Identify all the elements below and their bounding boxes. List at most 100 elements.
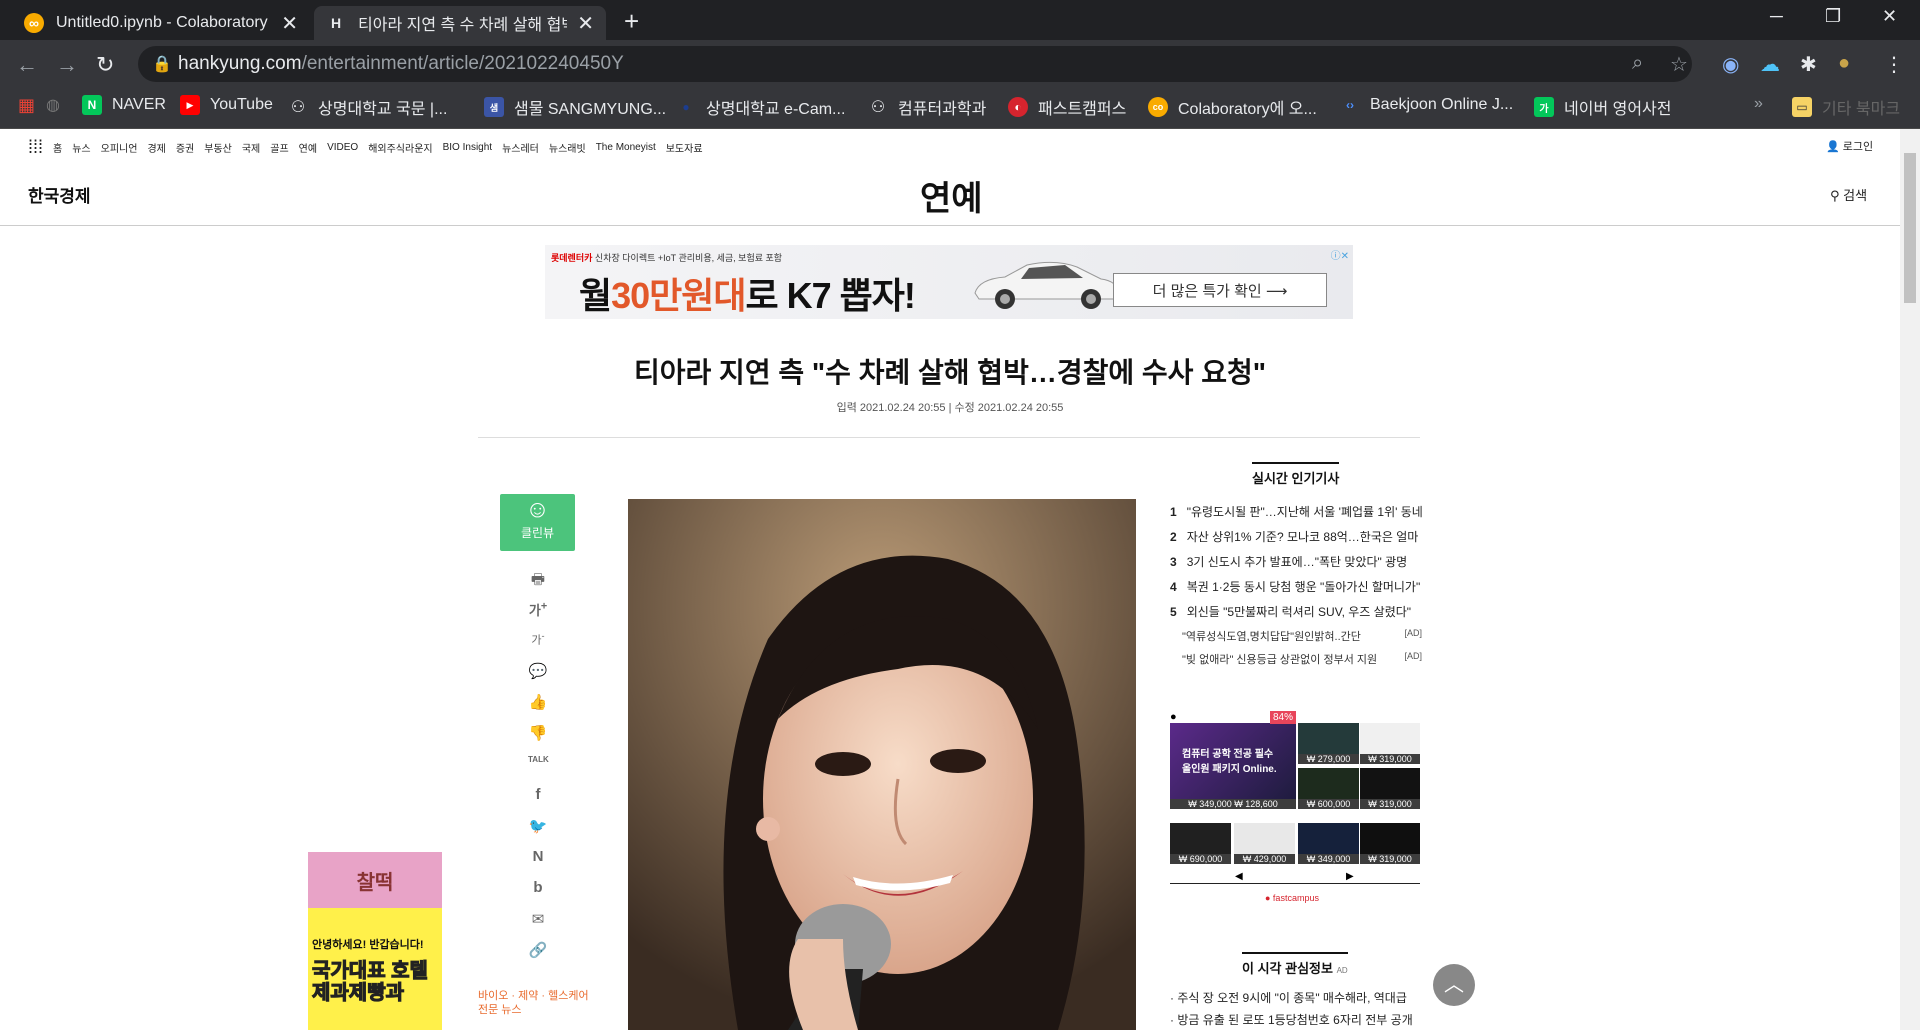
tab-hankyung[interactable]: H 티아라 지연 측 수 차례 살해 협박 ✕ — [314, 6, 606, 40]
nav-bio-insight[interactable]: BIO Insight — [443, 142, 492, 153]
menu-icon[interactable]: ⋮ — [1884, 52, 1904, 77]
kakaotalk-icon[interactable]: TALK — [528, 755, 549, 786]
bookmark-extra-icon[interactable]: ◍ — [46, 95, 60, 115]
font-decrease-icon[interactable]: 가- — [528, 631, 548, 662]
scrollbar-thumb[interactable] — [1904, 153, 1916, 303]
site-logo[interactable]: 한국경제 — [28, 182, 91, 207]
list-item[interactable]: · 주식 장 오전 9시에 "이 종목" 매수해라, 역대급 — [1170, 989, 1420, 1011]
new-tab-button[interactable]: + — [624, 6, 639, 37]
ad-tile[interactable]: ₩ 349,000 — [1298, 823, 1359, 864]
close-tab-icon[interactable]: ✕ — [281, 11, 298, 36]
bookmark-youtube[interactable]: ▶ YouTube — [180, 95, 273, 115]
cloud-extension-icon[interactable]: ☁ — [1760, 52, 1780, 77]
ad-tile[interactable]: ₩ 319,000 — [1360, 768, 1420, 809]
list-item[interactable]: 4 복권 1·2등 동시 당첨 행운 "돌아가신 할머니가" — [1170, 578, 1422, 603]
info-icon[interactable]: ● — [1170, 711, 1177, 723]
dislike-icon[interactable]: 👎 — [528, 724, 548, 755]
minimize-icon[interactable]: ─ — [1770, 6, 1783, 27]
bookmark-baekjoon[interactable]: ‹› Baekjoon Online J... — [1340, 95, 1513, 115]
ad-tile[interactable]: ₩ 279,000 — [1298, 723, 1359, 764]
nav-video[interactable]: VIDEO — [327, 142, 358, 153]
ad-tile[interactable]: ₩ 600,000 — [1298, 768, 1359, 809]
lock-icon[interactable]: 🔒 — [152, 54, 172, 74]
bookmark-cs-dept[interactable]: ⚇ 컴퓨터과학과 — [868, 95, 987, 119]
nav-newsrabbit[interactable]: 뉴스래빗 — [549, 140, 586, 155]
nav-press[interactable]: 보도자료 — [666, 140, 703, 155]
email-icon[interactable]: ✉ — [528, 910, 548, 941]
sponsored-item[interactable]: "역류성식도염,명치답답"원인밝혀..간단 [AD] — [1170, 628, 1422, 651]
back-icon[interactable]: ← — [16, 52, 38, 78]
nav-foreign-stocks[interactable]: 해외주식라운지 — [368, 140, 432, 155]
font-increase-icon[interactable]: 가+ — [528, 600, 548, 631]
nav-realestate[interactable]: 부동산 — [204, 140, 232, 155]
bookmark-star-icon[interactable]: ☆ — [1670, 52, 1688, 77]
search-link[interactable]: ⚲ 검색 — [1830, 185, 1867, 204]
facebook-icon[interactable]: f — [528, 786, 548, 817]
twitter-icon[interactable]: 🐦 — [528, 817, 548, 848]
list-item[interactable]: · 방금 유출 된 로또 1등당첨번호 6자리 전부 공개 — [1170, 1011, 1420, 1030]
comment-icon[interactable]: 💬 — [528, 662, 548, 693]
cleanview-button[interactable]: ☺ 클린뷰 — [500, 494, 575, 551]
bookmark-fastcampus[interactable]: ◐ 패스트캠퍼스 — [1008, 95, 1126, 119]
left-side-ad[interactable]: 찰떡 안녕하세요! 반갑습니다! 국가대표 호텔제과제빵과 — [308, 852, 442, 1030]
nav-golf[interactable]: 골프 — [270, 140, 288, 155]
carousel-left-icon[interactable]: ◀ — [1235, 871, 1243, 882]
link-icon[interactable]: 🔗 — [528, 941, 548, 972]
more-bookmarks-icon[interactable]: » — [1754, 95, 1763, 113]
ad-tile[interactable]: ₩ 690,000 — [1170, 823, 1231, 864]
nav-world[interactable]: 국제 — [242, 140, 260, 155]
bookmark-naver[interactable]: N NAVER — [82, 95, 166, 115]
bio-insight-promo[interactable]: 바이오 · 제약 · 헬스케어 전문 뉴스 — [478, 989, 589, 1017]
zoom-icon[interactable]: ⌕ — [1632, 52, 1643, 75]
bookmark-colab[interactable]: co Colaboratory에 오... — [1148, 95, 1317, 119]
login-link[interactable]: 👤 로그인 — [1826, 138, 1873, 154]
nav-entertainment[interactable]: 연예 — [299, 140, 317, 155]
tab-colab[interactable]: ∞ Untitled0.ipynb - Colaboratory ✕ — [12, 6, 310, 40]
list-item[interactable]: 1 "유령도시될 판"…지난해 서울 '폐업률 1위' 동네 — [1170, 503, 1422, 528]
list-item[interactable]: 3 3기 신도시 추가 발표에…"폭탄 맞았다" 광명 — [1170, 553, 1422, 578]
sammul-icon: 샘 — [484, 97, 504, 117]
carousel-right-icon[interactable]: ▶ — [1346, 871, 1354, 882]
band-icon[interactable]: b — [528, 879, 548, 910]
menu-grid-icon[interactable]: ⁞⁞⁞ — [28, 137, 43, 158]
nav-stocks[interactable]: 증권 — [176, 140, 194, 155]
bookmark-smu-korean[interactable]: ⚇ 상명대학교 국문 |... — [288, 95, 448, 119]
close-tab-icon[interactable]: ✕ — [577, 11, 594, 36]
bookmark-ecampus[interactable]: ● 상명대학교 e-Cam... — [676, 95, 845, 119]
sponsored-item[interactable]: "빚 없애라" 신용등급 상관없이 정부서 지원 [AD] — [1170, 651, 1422, 674]
nav-home[interactable]: 홈 — [53, 140, 62, 155]
like-icon[interactable]: 👍 — [528, 693, 548, 724]
smile-icon: ☺ — [525, 496, 550, 523]
other-bookmarks[interactable]: ▭ 기타 북마크 — [1792, 95, 1900, 119]
forward-icon[interactable]: → — [56, 52, 78, 78]
nav-opinion[interactable]: 오피니언 — [101, 140, 138, 155]
fastcampus-ad[interactable]: ● 컴퓨터 공학 전공 필수 올인원 패키지 Online. ₩ 349,000… — [1170, 711, 1420, 911]
profile-avatar[interactable]: ● — [1838, 52, 1850, 75]
apps-grid-icon[interactable]: ▦ — [18, 95, 35, 116]
scroll-to-top-button[interactable]: ︿ — [1433, 964, 1475, 1006]
extension-icon[interactable]: ◉ — [1722, 52, 1739, 77]
ad-choices-icon[interactable]: ⓘ✕ — [1331, 247, 1349, 262]
ad-tile[interactable]: ₩ 429,000 — [1234, 823, 1295, 864]
nav-economy[interactable]: 경제 — [147, 140, 165, 155]
ad-tile[interactable]: ₩ 319,000 — [1360, 723, 1420, 764]
nav-newsletter[interactable]: 뉴스레터 — [502, 140, 539, 155]
url-text[interactable]: hankyung.com/entertainment/article/20210… — [178, 53, 624, 75]
print-icon[interactable]: 🖶 — [528, 569, 548, 600]
list-item[interactable]: 5 외신들 "5만불짜리 럭셔리 SUV, 우즈 살렸다" — [1170, 603, 1422, 628]
reload-icon[interactable]: ↻ — [96, 52, 114, 78]
puzzle-icon[interactable]: ✱ — [1800, 52, 1817, 77]
list-item[interactable]: 2 자산 상위1% 기준? 모나코 88억…한국은 얼마 — [1170, 528, 1422, 553]
bookmark-sangmyung-sammul[interactable]: 샘 샘물 SANGMYUNG... — [484, 95, 666, 119]
naver-icon[interactable]: N — [528, 848, 548, 879]
ad-main-tile[interactable]: 컴퓨터 공학 전공 필수 올인원 패키지 Online. ₩ 349,000 ₩… — [1170, 723, 1296, 809]
page-scrollbar[interactable] — [1900, 129, 1920, 1030]
nav-moneyist[interactable]: The Moneyist — [596, 142, 656, 153]
restore-icon[interactable]: ❐ — [1825, 6, 1841, 27]
ad-tile[interactable]: ₩ 319,000 — [1360, 823, 1420, 864]
nav-news[interactable]: 뉴스 — [72, 140, 90, 155]
ad-cta-button[interactable]: 더 많은 특가 확인 ⟶ — [1113, 273, 1327, 307]
bookmark-naver-dict[interactable]: 가 네이버 영어사전 — [1534, 95, 1672, 119]
lotte-rentacar-ad[interactable]: 롯데렌터카 신차장 다이렉트 +IoT 관리비용, 세금, 보험료 포함 월30… — [545, 245, 1353, 319]
close-window-icon[interactable]: ✕ — [1882, 6, 1897, 27]
